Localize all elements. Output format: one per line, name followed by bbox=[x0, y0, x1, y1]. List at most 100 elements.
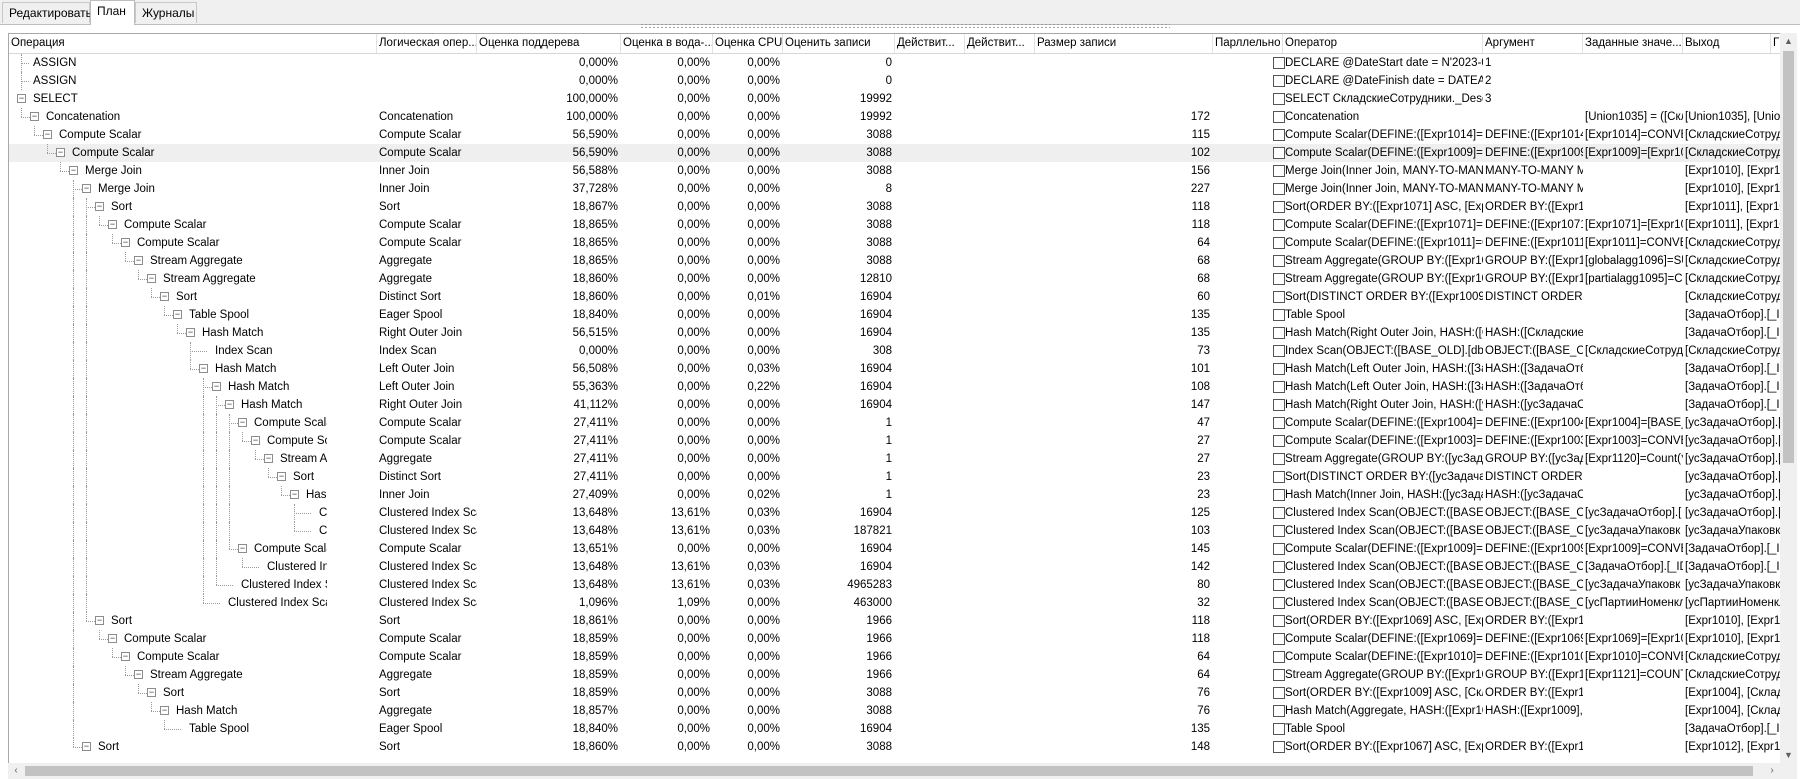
vertical-scroll-thumb[interactable] bbox=[1783, 51, 1794, 463]
plan-row[interactable]: − Sort Distinct Sort 27,411% 0,00% 0,00% 1 23 So… bbox=[9, 468, 1781, 486]
plan-row[interactable]: − Stream Aggregate Aggregate 18,865% 0,00% 0,… bbox=[9, 252, 1781, 270]
collapse-icon[interactable]: − bbox=[238, 544, 247, 553]
plan-row[interactable]: −Compute ScalarCompute Scalar27,411%0,00… bbox=[9, 414, 1781, 432]
plan-row[interactable]: − Sort Sort 18,859% 0,00% 0,00% 3088 76 Sort(ORD… bbox=[9, 684, 1781, 702]
collapse-icon[interactable]: − bbox=[290, 490, 299, 499]
plan-row[interactable]: − Sort Sort 18,861% 0,00% 0,00% 1966 118 Sort(OR… bbox=[9, 612, 1781, 630]
scroll-left-icon[interactable]: ‹ bbox=[8, 763, 24, 779]
plan-row[interactable]: Clustered Index Scan Clustered Index Sca 1… bbox=[9, 522, 1781, 540]
horizontal-scrollbar[interactable]: ‹ › bbox=[8, 763, 1780, 779]
column-header[interactable]: Оценка поддерева bbox=[477, 34, 621, 53]
collapse-icon[interactable]: − bbox=[108, 220, 117, 229]
column-header[interactable]: Оценить записи bbox=[783, 34, 895, 53]
horizontal-scroll-thumb[interactable] bbox=[25, 766, 1753, 776]
column-header[interactable]: Оценка в вода-... bbox=[621, 34, 713, 53]
collapse-icon[interactable]: − bbox=[212, 382, 221, 391]
plan-row[interactable]: ASSIGN 0,000% 0,00% 0,00% 0 DECLARE @DateStar… bbox=[9, 54, 1781, 72]
column-header[interactable]: Размер записи bbox=[1035, 34, 1213, 53]
plan-row[interactable]: − Sort Sort 18,867% 0,00% 0,00% 3088 118 Sort(OR… bbox=[9, 198, 1781, 216]
collapse-icon[interactable]: − bbox=[147, 688, 156, 697]
collapse-icon[interactable]: − bbox=[134, 670, 143, 679]
plan-row[interactable]: − Hash Match Aggregate 18,857% 0,00% 0,00% 308… bbox=[9, 702, 1781, 720]
plan-row[interactable]: − Concatenation Concatenation 100,000% 0,00%… bbox=[9, 108, 1781, 126]
scroll-right-icon[interactable]: › bbox=[1764, 763, 1780, 779]
plan-row[interactable]: −Stream Aggregate Aggregate 27,411% 0,00% 0,… bbox=[9, 450, 1781, 468]
column-header[interactable]: Действит... bbox=[895, 34, 965, 53]
plan-row[interactable]: − Stream Aggregate Aggregate 18,860% 0,00% 0,… bbox=[9, 270, 1781, 288]
collapse-icon[interactable]: − bbox=[17, 94, 26, 103]
column-header[interactable]: Оценка CPU bbox=[713, 34, 783, 53]
collapse-icon[interactable]: − bbox=[134, 256, 143, 265]
plan-row[interactable]: − Table Spool Eager Spool 18,840% 0,00% 0,00%… bbox=[9, 306, 1781, 324]
collapse-icon[interactable]: − bbox=[82, 184, 91, 193]
collapse-icon[interactable]: − bbox=[121, 238, 130, 247]
io-cost-cell: 0,00% bbox=[677, 669, 710, 681]
collapse-icon[interactable]: − bbox=[43, 130, 52, 139]
plan-row[interactable]: − Stream Aggregate Aggregate 18,859% 0,00% 0,… bbox=[9, 666, 1781, 684]
collapse-icon[interactable]: − bbox=[251, 436, 260, 445]
collapse-icon[interactable]: − bbox=[69, 166, 78, 175]
plan-row[interactable]: − Hash Match Left Outer Join 55,363% 0,00% 0,… bbox=[9, 378, 1781, 396]
plan-row[interactable]: − Compute Scalar Compute Scalar 56,590% 0,00… bbox=[9, 144, 1781, 162]
collapse-icon[interactable]: − bbox=[173, 310, 182, 319]
collapse-icon[interactable]: − bbox=[160, 292, 169, 301]
plan-row[interactable]: −Compute ScalarCompute Scalar13,651%0,00… bbox=[9, 540, 1781, 558]
plan-row[interactable]: − Merge Join Inner Join 37,728% 0,00% 0,00% 8 2… bbox=[9, 180, 1781, 198]
column-header[interactable]: Действит... bbox=[965, 34, 1035, 53]
tab-plan[interactable]: План bbox=[90, 0, 135, 25]
plan-row[interactable]: ASSIGN 0,000% 0,00% 0,00% 0 DECLARE @DateFini… bbox=[9, 72, 1781, 90]
collapse-icon[interactable]: − bbox=[277, 472, 286, 481]
plan-row[interactable]: − Merge Join Inner Join 56,588% 0,00% 0,00% 30… bbox=[9, 162, 1781, 180]
collapse-icon[interactable]: − bbox=[121, 652, 130, 661]
column-header[interactable]: Парллельно bbox=[1213, 34, 1283, 53]
collapse-icon[interactable]: − bbox=[56, 148, 65, 157]
column-header[interactable]: Аргумент bbox=[1483, 34, 1583, 53]
plan-row[interactable]: − Compute Scalar Compute Scalar 18,865% 0,00… bbox=[9, 234, 1781, 252]
plan-row[interactable]: − Compute Scalar Compute Scalar 56,590% 0,00… bbox=[9, 126, 1781, 144]
collapse-icon[interactable]: − bbox=[264, 454, 273, 463]
defined-values-cell: [Expr1011]=CONVER bbox=[1585, 237, 1683, 249]
scroll-up-icon[interactable]: ▲ bbox=[1780, 33, 1797, 49]
tab-logs[interactable]: Журналы bbox=[135, 2, 197, 23]
plan-row[interactable]: −Compute ScalarCompute Scalar27,411%0,00… bbox=[9, 432, 1781, 450]
plan-row[interactable]: − Hash Match Right Outer Join 56,515% 0,00% 0… bbox=[9, 324, 1781, 342]
plan-row[interactable]: Clustered Index Scan Clustered Index Sca 1… bbox=[9, 594, 1781, 612]
column-header[interactable]: Логическая опер... bbox=[377, 34, 477, 53]
column-header[interactable]: Операция bbox=[9, 34, 377, 53]
scroll-down-icon[interactable]: ▼ bbox=[1780, 747, 1797, 763]
collapse-icon[interactable]: − bbox=[160, 706, 169, 715]
plan-row[interactable]: Clustered Index Scan Clustered Index Sca 1… bbox=[9, 504, 1781, 522]
plan-row[interactable]: Table Spool Eager Spool 18,840% 0,00% 0,00% 1… bbox=[9, 720, 1781, 738]
operation-cell: Sort bbox=[111, 201, 133, 213]
collapse-icon[interactable]: − bbox=[95, 202, 104, 211]
collapse-icon[interactable]: − bbox=[186, 328, 195, 337]
column-header[interactable]: Оператор bbox=[1283, 34, 1483, 53]
plan-row[interactable]: −Hash Match Inner Join 27,409% 0,00% 0,02% 1 2… bbox=[9, 486, 1781, 504]
plan-row[interactable]: − Hash Match Left Outer Join 56,508% 0,00% 0,… bbox=[9, 360, 1781, 378]
plan-row[interactable]: − Hash Match Right Outer Join 41,112% 0,00% 0… bbox=[9, 396, 1781, 414]
plan-row[interactable]: − Compute Scalar Compute Scalar 18,865% 0,00… bbox=[9, 216, 1781, 234]
splitter-handle[interactable] bbox=[640, 23, 1170, 29]
plan-row[interactable]: Clustered Index Scan Clustered Index Sca 1… bbox=[9, 558, 1781, 576]
cpu-cost-cell: 0,03% bbox=[747, 507, 780, 519]
collapse-icon[interactable]: − bbox=[30, 112, 39, 121]
plan-row[interactable]: − SELECT 100,000% 0,00% 0,00% 19992 SELECT Скл… bbox=[9, 90, 1781, 108]
collapse-icon[interactable]: − bbox=[199, 364, 208, 373]
plan-row[interactable]: − Compute Scalar Compute Scalar 18,859% 0,00… bbox=[9, 648, 1781, 666]
plan-row[interactable]: − Sort Distinct Sort 18,860% 0,00% 0,01% 16904… bbox=[9, 288, 1781, 306]
collapse-icon[interactable]: − bbox=[225, 400, 234, 409]
collapse-icon[interactable]: − bbox=[238, 418, 247, 427]
column-header[interactable]: Выход bbox=[1683, 34, 1771, 53]
collapse-icon[interactable]: − bbox=[82, 742, 91, 751]
plan-row[interactable]: − Sort Sort 18,860% 0,00% 0,00% 3088 148 Sort(OR… bbox=[9, 738, 1781, 756]
plan-row[interactable]: Clustered Index Scan Clustered Index Sca 1… bbox=[9, 576, 1781, 594]
collapse-icon[interactable]: − bbox=[95, 616, 104, 625]
tab-edit[interactable]: Редактировать bbox=[2, 2, 92, 23]
plan-row[interactable]: Index Scan Index Scan 0,000% 0,00% 0,00% 308 7… bbox=[9, 342, 1781, 360]
collapse-icon[interactable]: − bbox=[147, 274, 156, 283]
logical-op-cell: Compute Scalar bbox=[379, 651, 462, 663]
column-header[interactable]: Заданные значе... bbox=[1583, 34, 1683, 53]
collapse-icon[interactable]: − bbox=[108, 634, 117, 643]
vertical-scrollbar[interactable]: ▲ ▼ bbox=[1780, 33, 1797, 763]
plan-row[interactable]: − Compute Scalar Compute Scalar 18,859% 0,00… bbox=[9, 630, 1781, 648]
